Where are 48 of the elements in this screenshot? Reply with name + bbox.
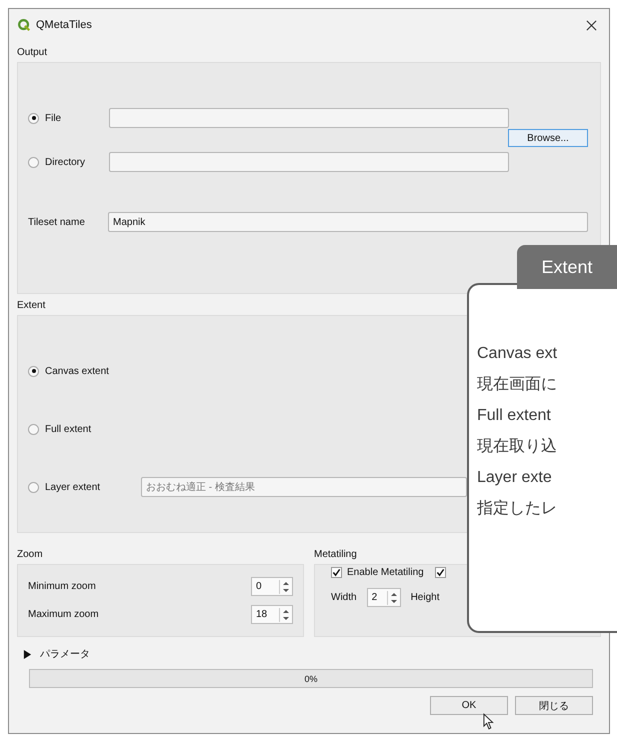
group-title: Output bbox=[17, 47, 48, 58]
field-label: Width bbox=[331, 592, 357, 603]
spin-arrows-icon[interactable] bbox=[386, 590, 400, 604]
radio-label: Canvas extent bbox=[45, 366, 110, 376]
callout-text: Layer exte bbox=[477, 468, 552, 488]
radio-button[interactable] bbox=[28, 482, 39, 492]
path-field[interactable] bbox=[109, 108, 509, 128]
radio-button[interactable] bbox=[28, 112, 39, 124]
callout-text: Canvas ext bbox=[477, 344, 558, 364]
checkbox[interactable] bbox=[434, 567, 446, 578]
group-title: Zoom bbox=[17, 549, 43, 560]
spin-box[interactable]: 0 bbox=[251, 577, 293, 596]
callout-text: 指定したレ bbox=[477, 498, 557, 519]
callout-text: Full extent bbox=[477, 406, 551, 426]
dialog-button[interactable]: 閉じる bbox=[515, 696, 593, 715]
field-label: Maximum zoom bbox=[28, 609, 99, 620]
parameters-label[interactable]: パラメータ bbox=[40, 647, 90, 661]
dialog-button[interactable]: OK bbox=[430, 696, 508, 715]
close-icon[interactable] bbox=[586, 20, 597, 30]
radio-button[interactable] bbox=[28, 156, 39, 168]
field-label: Height bbox=[410, 592, 440, 603]
spin-arrows-icon[interactable] bbox=[279, 580, 292, 594]
field-label: Minimum zoom bbox=[28, 581, 96, 592]
spin-box[interactable]: 2 bbox=[366, 588, 401, 607]
radio-label: File bbox=[45, 112, 62, 124]
group-title: Extent bbox=[17, 300, 46, 311]
field-label: Tileset name bbox=[28, 216, 86, 228]
path-field[interactable] bbox=[109, 152, 509, 172]
expand-arrow-icon[interactable] bbox=[23, 650, 32, 658]
radio-label: Full extent bbox=[45, 424, 92, 434]
tileset-name-field[interactable]: Mapnik bbox=[108, 212, 588, 232]
callout-text: 現在画面に bbox=[477, 375, 557, 395]
window-title: QMetaTiles bbox=[36, 19, 93, 31]
callout-title: Extent bbox=[541, 256, 593, 278]
group-title: Metatiling bbox=[314, 549, 357, 560]
spin-box[interactable]: 18 bbox=[251, 605, 293, 624]
mouse-pointer-icon bbox=[483, 713, 494, 730]
radio-label: Directory bbox=[45, 156, 86, 168]
progress-text: 0% bbox=[304, 674, 318, 684]
radio-button[interactable] bbox=[28, 424, 39, 434]
radio-button[interactable] bbox=[28, 366, 39, 376]
browse-button[interactable]: Browse... bbox=[508, 129, 588, 147]
callout-text: 現在取り込 bbox=[477, 436, 557, 457]
checkbox-label: Enable Metatiling bbox=[347, 567, 424, 578]
radio-label: Layer extent bbox=[45, 482, 102, 492]
spin-arrows-icon[interactable] bbox=[279, 608, 292, 622]
checkbox[interactable] bbox=[331, 567, 342, 578]
q-logo-icon bbox=[17, 18, 31, 32]
